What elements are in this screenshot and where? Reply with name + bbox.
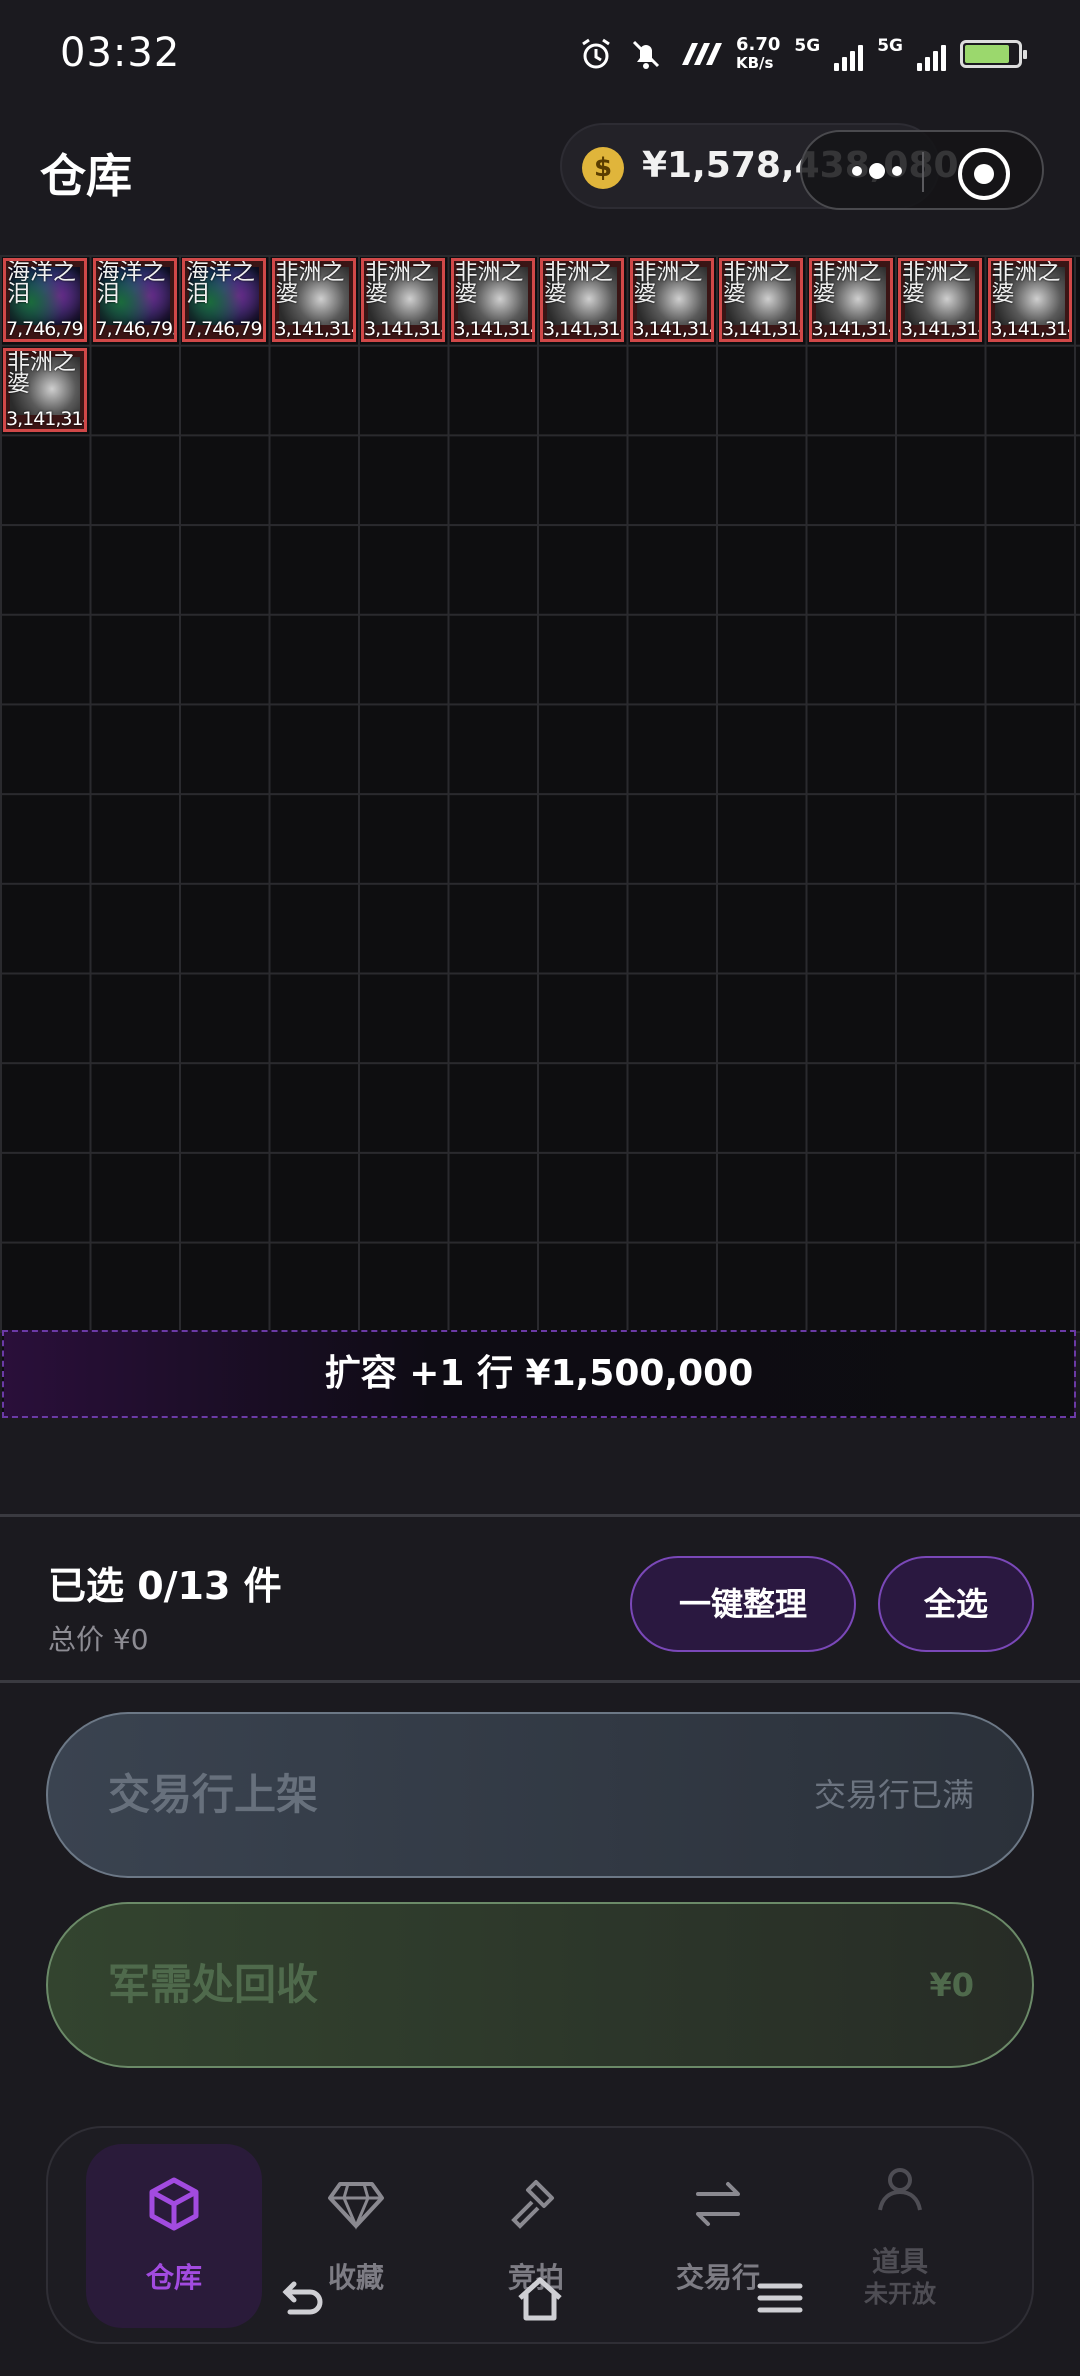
inventory-grid: 海洋之 泪 7,746,793 海洋之 泪 7,746,793 海洋之 泪 7,746,7… xyxy=(0,255,1080,1333)
item-name: 非洲之 婆 xyxy=(365,259,434,307)
recycle-value: ¥0 xyxy=(929,1966,974,2004)
gavel-icon xyxy=(511,2180,554,2229)
item-name: 非洲之 婆 xyxy=(275,259,345,307)
network-type-1: 5G xyxy=(794,36,821,56)
inventory-item[interactable]: 非洲之 婆 3,141,314 xyxy=(898,258,982,342)
tab-label: 仓库 xyxy=(145,2261,202,2294)
item-price: 7,746,793 xyxy=(6,318,87,340)
signal-icon-2 xyxy=(917,37,946,71)
item-name: 非洲之 婆 xyxy=(812,259,882,307)
item-name: 非洲之 婆 xyxy=(633,259,703,307)
status-bar: 03:32 6.70 KB/s 5G 5G xyxy=(0,0,1080,110)
recycle-button[interactable]: 军需处回收 ¥0 xyxy=(46,1902,1034,2068)
inventory-item[interactable]: 海洋之 泪 7,746,793 xyxy=(3,258,87,342)
item-price: 3,141,314 xyxy=(543,318,624,340)
item-name: 海洋之 泪 xyxy=(96,259,166,307)
item-name: 非洲之 婆 xyxy=(991,259,1061,307)
inventory-item[interactable]: 海洋之 泪 7,746,793 xyxy=(182,258,266,342)
close-target-icon[interactable] xyxy=(958,148,1010,200)
miniprogram-capsule xyxy=(800,130,1044,210)
network-type-2: 5G xyxy=(877,36,903,56)
swap-icon xyxy=(696,2182,740,2226)
back-nav-icon[interactable] xyxy=(272,2268,332,2328)
inventory-item[interactable]: 非洲之 婆 3,141,314 xyxy=(271,258,356,342)
status-time: 03:32 xyxy=(60,30,181,76)
diamond-icon xyxy=(328,2182,384,2230)
item-price: 3,141,314 xyxy=(632,318,714,340)
network-speed: 6.70 KB/s xyxy=(735,34,781,73)
market-list-label: 交易行上架 xyxy=(108,1770,319,1819)
item-price: 3,141,314 xyxy=(901,318,982,340)
item-name: 海洋之 泪 xyxy=(186,259,255,307)
section-divider xyxy=(0,1514,1080,1517)
inventory-item[interactable]: 非洲之 婆 3,141,314 xyxy=(3,347,87,432)
capsule-divider xyxy=(922,152,924,192)
expand-row-button[interactable]: 扩容 +1 行 ¥1,500,000 xyxy=(2,1330,1076,1418)
coin-icon: $ xyxy=(582,147,624,189)
item-name: 非洲之 婆 xyxy=(7,348,76,397)
item-price: 3,141,314 xyxy=(274,318,356,340)
more-icon[interactable] xyxy=(842,154,912,188)
item-name: 非洲之 婆 xyxy=(544,259,613,307)
item-price: 7,746,793 xyxy=(185,318,266,340)
person-icon xyxy=(878,2168,922,2211)
inventory-item[interactable]: 非洲之 婆 3,141,314 xyxy=(987,258,1072,342)
home-nav-icon[interactable] xyxy=(510,2268,570,2328)
menu-nav-icon[interactable] xyxy=(750,2268,810,2328)
item-price: 3,141,314 xyxy=(811,318,893,340)
page-header: 仓库 $ ¥1,578,438,080 xyxy=(0,115,1080,225)
item-name: 非洲之 婆 xyxy=(454,259,524,307)
inventory-item[interactable]: 非洲之 婆 3,141,314 xyxy=(629,258,714,342)
signal-icon xyxy=(834,37,864,71)
tab-warehouse[interactable]: 仓库 xyxy=(86,2144,262,2328)
selection-total: 总价 ¥0 xyxy=(48,1623,149,1656)
selection-count: 已选 0/13 件 xyxy=(48,1564,282,1608)
inventory-item[interactable]: 非洲之 婆 3,141,314 xyxy=(540,258,624,342)
item-price: 3,141,314 xyxy=(453,318,535,340)
alarm-icon xyxy=(582,38,610,69)
recycle-label: 军需处回收 xyxy=(108,1960,319,2009)
page-title: 仓库 xyxy=(40,149,132,203)
item-price: 3,141,314 xyxy=(364,318,445,340)
item-price: 3,141,314 xyxy=(6,407,87,430)
inventory-item[interactable]: 非洲之 婆 3,141,314 xyxy=(719,258,803,342)
section-divider-2 xyxy=(0,1680,1080,1683)
inventory-item[interactable]: 海洋之 泪 7,746,793 xyxy=(92,258,177,342)
select-all-button[interactable]: 全选 xyxy=(878,1556,1034,1652)
item-price: 3,141,314 xyxy=(990,318,1072,340)
item-name: 海洋之 泪 xyxy=(7,259,76,307)
inventory-item[interactable]: 非洲之 婆 3,141,314 xyxy=(361,258,445,342)
cube-icon xyxy=(149,2177,199,2231)
item-name: 非洲之 婆 xyxy=(902,259,971,307)
inventory-item[interactable]: 非洲之 婆 3,141,314 xyxy=(450,258,535,342)
battery-icon xyxy=(960,40,1027,68)
status-icons: 6.70 KB/s 5G 5G xyxy=(578,34,1027,73)
item-price: 3,141,314 xyxy=(722,318,803,340)
tab-props[interactable]: 道具 未开放 xyxy=(812,2144,988,2328)
hd-icon xyxy=(681,43,722,65)
bell-muted-icon xyxy=(632,40,660,69)
item-price: 7,746,793 xyxy=(95,318,177,340)
item-name: 非洲之 婆 xyxy=(723,259,792,307)
market-full-status: 交易行已满 xyxy=(813,1776,974,1814)
tab-sublabel: 未开放 xyxy=(864,2280,936,2308)
sort-button[interactable]: 一键整理 xyxy=(630,1556,856,1652)
inventory-item[interactable]: 非洲之 婆 3,141,314 xyxy=(808,258,893,342)
market-list-button[interactable]: 交易行上架 交易行已满 xyxy=(46,1712,1034,1878)
